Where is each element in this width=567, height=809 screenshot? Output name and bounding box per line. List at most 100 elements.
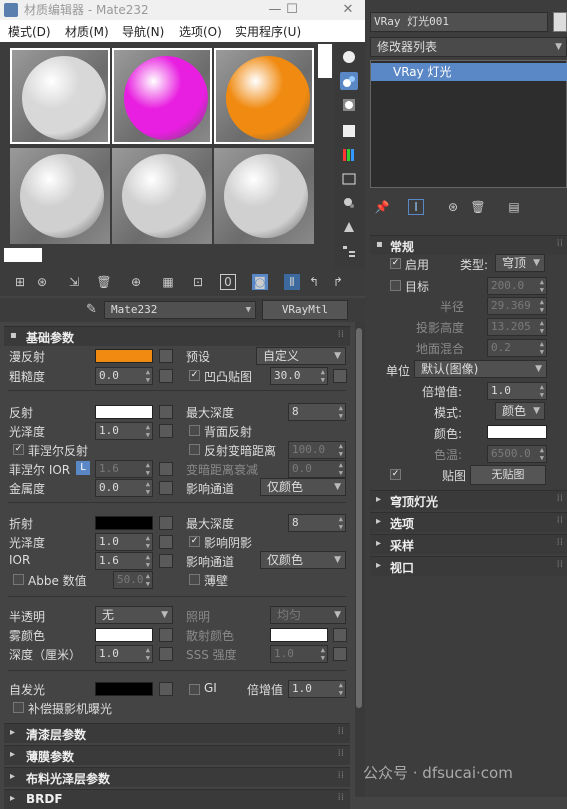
- illumination-dropdown[interactable]: 均匀 ▼: [270, 606, 346, 624]
- dim-falloff-spinner[interactable]: 0.0 ▲ ▼: [288, 460, 346, 478]
- remove-modifier-icon[interactable]: 🗑: [470, 199, 486, 215]
- target-spinner[interactable]: 200.0 ▲ ▼: [487, 277, 547, 295]
- show-shaded-material-icon[interactable]: ◙: [252, 274, 268, 290]
- roughness-spinner[interactable]: 0.0 ▲ ▼: [95, 367, 153, 385]
- rollout-cloth-params[interactable]: ▸ 布料光泽层参数 ⁞⁞: [4, 767, 350, 787]
- sample-type-icon[interactable]: [340, 48, 358, 66]
- temperature-spinner[interactable]: 6500.0 ▲ ▼: [487, 445, 547, 463]
- close-button[interactable]: ✕: [331, 0, 365, 20]
- material-id-channel-icon[interactable]: 0: [220, 274, 236, 290]
- reflect-gloss-spinner[interactable]: 1.0 ▲ ▼: [95, 422, 153, 440]
- modifier-list-dropdown[interactable]: 修改器列表 ▼: [370, 37, 567, 57]
- depth-spinner[interactable]: 1.0 ▲ ▼: [95, 645, 153, 663]
- object-name-field[interactable]: VRay 灯光001: [370, 12, 548, 32]
- video-color-check-icon[interactable]: [340, 146, 358, 164]
- show-end-result-icon[interactable]: Ⅰ: [408, 199, 424, 215]
- dim-distance-spinner[interactable]: 100.0 ▲ ▼: [288, 441, 346, 459]
- thin-walled-checkbox[interactable]: [189, 574, 200, 585]
- fog-color-map-button[interactable]: [159, 628, 173, 642]
- ior-lock-button[interactable]: L: [76, 461, 90, 475]
- scatter-color-map-button[interactable]: [333, 628, 347, 642]
- material-slot-2[interactable]: [112, 48, 212, 144]
- depth-map-button[interactable]: [159, 647, 173, 661]
- reflect-map-button[interactable]: [159, 405, 173, 419]
- diffuse-color-swatch[interactable]: [95, 349, 153, 363]
- texture-checkbox[interactable]: ✓: [390, 469, 401, 480]
- menu-mode[interactable]: 模式(D): [8, 23, 51, 40]
- object-color-swatch[interactable]: [553, 12, 567, 32]
- select-by-material-icon[interactable]: [340, 218, 358, 236]
- multiplier-spinner[interactable]: 1.0 ▲ ▼: [487, 382, 547, 400]
- units-dropdown[interactable]: 默认(图像) ▼: [414, 360, 547, 378]
- reflect-gloss-map-button[interactable]: [159, 424, 173, 438]
- compensate-exposure-checkbox[interactable]: [13, 702, 24, 713]
- material-map-navigator-icon[interactable]: [340, 242, 358, 260]
- pin-stack-icon[interactable]: 📌: [374, 199, 390, 215]
- target-checkbox[interactable]: [390, 280, 401, 291]
- slots-horizontal-scrollbar[interactable]: [4, 248, 42, 262]
- material-slot-4[interactable]: [10, 148, 110, 244]
- refract-ior-map-button[interactable]: [159, 554, 173, 568]
- material-slot-3[interactable]: [214, 48, 314, 144]
- radius-spinner[interactable]: 29.369 ▲ ▼: [487, 297, 547, 315]
- fresnel-ior-map-button[interactable]: [159, 462, 173, 476]
- sss-amount-map-button[interactable]: [333, 647, 347, 661]
- bump-spinner[interactable]: 30.0 ▲ ▼: [270, 367, 328, 385]
- dim-distance-checkbox[interactable]: [189, 444, 200, 455]
- configure-sets-icon[interactable]: ▤: [506, 199, 522, 215]
- refract-map-button[interactable]: [159, 516, 173, 530]
- rollout-sampling[interactable]: ▸ 采样 ⁞⁞: [370, 534, 567, 554]
- put-to-library-icon[interactable]: ⊡: [190, 274, 206, 290]
- reflect-affect-dropdown[interactable]: 仅颜色 ▼: [260, 478, 346, 496]
- refract-ior-spinner[interactable]: 1.6 ▲ ▼: [95, 552, 153, 570]
- rollout-coat-params[interactable]: ▸ 清漆层参数 ⁞⁞: [4, 723, 350, 743]
- show-end-result-icon[interactable]: Ⅱ: [284, 274, 300, 290]
- refract-gloss-map-button[interactable]: [159, 535, 173, 549]
- reflect-color-swatch[interactable]: [95, 405, 153, 419]
- material-slot-1[interactable]: [10, 48, 110, 144]
- roughness-map-button[interactable]: [159, 369, 173, 383]
- stack-item-vray-light[interactable]: VRay 灯光: [371, 63, 567, 81]
- fresnel-ior-spinner[interactable]: 1.6 ▲ ▼: [95, 460, 153, 478]
- material-name-field[interactable]: Mate232 ▼: [104, 301, 256, 319]
- back-reflect-checkbox[interactable]: [189, 425, 200, 436]
- options-icon[interactable]: [340, 194, 358, 212]
- make-unique-icon[interactable]: ⊛: [445, 199, 461, 215]
- refract-max-depth-spinner[interactable]: 8 ▲ ▼: [288, 514, 346, 532]
- mode-dropdown[interactable]: 颜色 ▼: [495, 402, 545, 420]
- eyedropper-icon[interactable]: ✎: [86, 302, 97, 317]
- rollout-general[interactable]: ▪ 常规 ⁞⁞: [370, 235, 567, 255]
- metalness-map-button[interactable]: [159, 481, 173, 495]
- menu-utilities[interactable]: 实用程序(U): [235, 23, 301, 40]
- affect-shadows-checkbox[interactable]: ✓: [189, 536, 200, 547]
- menu-navigation[interactable]: 导航(N): [122, 23, 164, 40]
- metalness-spinner[interactable]: 0.0 ▲ ▼: [95, 479, 153, 497]
- backlight-icon[interactable]: [340, 72, 358, 90]
- texture-map-button[interactable]: 无贴图: [470, 465, 546, 485]
- light-on-checkbox[interactable]: ✓: [390, 258, 401, 269]
- make-preview-icon[interactable]: [340, 170, 358, 188]
- rollout-options[interactable]: ▸ 选项 ⁞⁞: [370, 512, 567, 532]
- rollout-viewport[interactable]: ▸ 视口 ⁞⁞: [370, 556, 567, 576]
- ground-blend-spinner[interactable]: 0.2 ▲ ▼: [487, 339, 547, 357]
- menu-material[interactable]: 材质(M): [65, 23, 109, 40]
- refract-gloss-spinner[interactable]: 1.0 ▲ ▼: [95, 533, 153, 551]
- self-illum-mult-spinner[interactable]: 1.0 ▲ ▼: [288, 680, 346, 698]
- fog-color-swatch[interactable]: [95, 628, 153, 642]
- get-material-icon[interactable]: ⊞: [12, 274, 28, 290]
- delete-icon[interactable]: 🗑: [96, 274, 112, 290]
- slots-vertical-scrollbar[interactable]: [318, 44, 332, 78]
- rollout-dome-light[interactable]: ▸ 穹顶灯光 ⁞⁞: [370, 490, 567, 510]
- abbe-checkbox[interactable]: [13, 574, 24, 585]
- bump-checkbox[interactable]: ✓: [189, 370, 200, 381]
- material-type-button[interactable]: VRayMtl: [262, 300, 348, 320]
- translucency-dropdown[interactable]: 无 ▼: [95, 606, 173, 624]
- material-slot-6[interactable]: [214, 148, 314, 244]
- reflect-max-depth-spinner[interactable]: 8 ▲ ▼: [288, 403, 346, 421]
- background-icon[interactable]: [340, 96, 358, 114]
- self-illum-color-swatch[interactable]: [95, 682, 153, 696]
- make-unique-icon[interactable]: ▦: [160, 274, 176, 290]
- gi-checkbox[interactable]: [189, 684, 200, 695]
- material-slot-5[interactable]: [112, 148, 212, 244]
- make-copy-icon[interactable]: ⊕: [128, 274, 144, 290]
